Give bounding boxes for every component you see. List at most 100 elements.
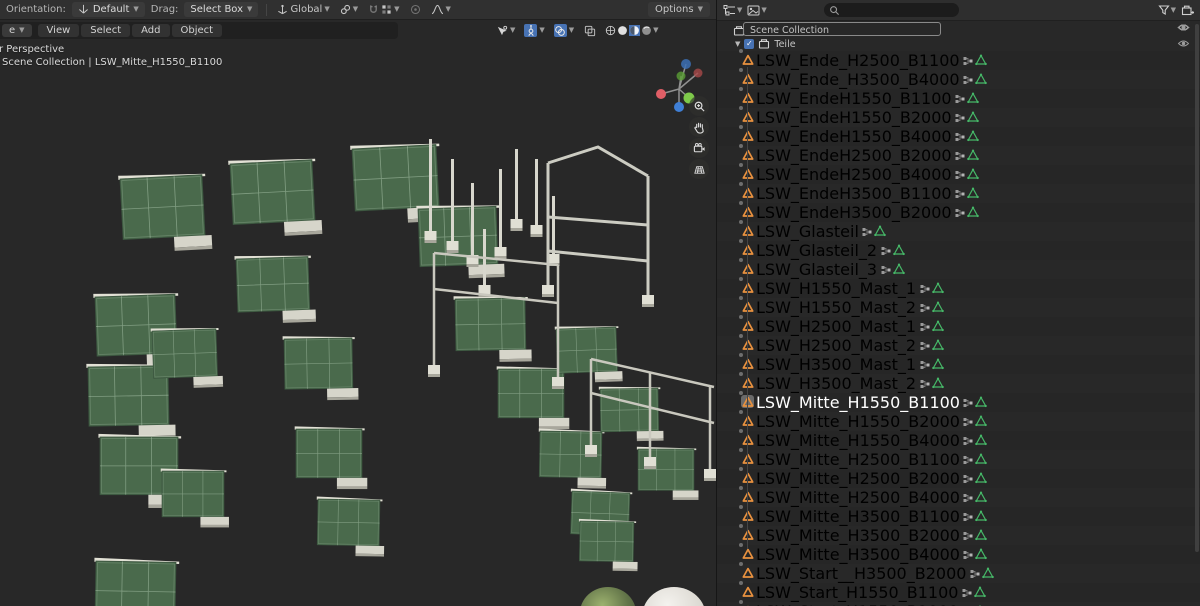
shading-solid-button[interactable] — [617, 25, 628, 36]
object-name[interactable]: LSW_EndeH3500_B2000 — [754, 203, 954, 222]
object-name[interactable]: LSW_Start_H1550_B1100 — [754, 583, 960, 602]
object-name[interactable]: LSW_Start_H1550_B2000 — [754, 602, 960, 606]
mesh-data-icon[interactable] — [931, 281, 944, 294]
outliner-row[interactable]: LSW_Glasteil_3 — [717, 260, 1200, 279]
shading-material-preview-button[interactable] — [629, 25, 641, 36]
shading-wireframe-button[interactable] — [605, 25, 616, 36]
outliner-row[interactable]: LSW_Ende_H3500_B4000 — [717, 70, 1200, 89]
xray-toggle[interactable] — [580, 22, 600, 39]
object-name[interactable]: LSW_Mitte_H2500_B4000 — [754, 488, 962, 507]
object-name[interactable]: LSW_EndeH3500_B1100 — [754, 184, 954, 203]
proportional-falloff-dropdown[interactable]: ▼ — [429, 2, 453, 17]
mesh-data-icon[interactable] — [931, 357, 944, 370]
outliner-row[interactable]: LSW_EndeH2500_B4000 — [717, 165, 1200, 184]
mesh-object-icon[interactable] — [741, 585, 754, 598]
object-name[interactable]: LSW_Mitte_H2500_B2000 — [754, 469, 962, 488]
transform-orientation-dropdown[interactable]: Global ▼ — [275, 2, 331, 17]
menu-select[interactable]: Select — [81, 24, 131, 37]
modifier-icon[interactable] — [918, 320, 931, 333]
mesh-data-icon[interactable] — [967, 186, 980, 199]
camera-view-button[interactable] — [689, 138, 709, 158]
mesh-data-icon[interactable] — [931, 300, 944, 313]
object-name[interactable]: LSW_Mitte_H2500_B1100 — [754, 450, 962, 469]
object-name[interactable]: LSW_EndeH2500_B4000 — [754, 165, 954, 184]
mesh-data-icon[interactable] — [973, 585, 986, 598]
object-name[interactable]: LSW_EndeH1550_B1100 — [754, 89, 954, 108]
mesh-data-icon[interactable] — [975, 452, 988, 465]
modifier-icon[interactable] — [962, 396, 975, 409]
outliner-row[interactable]: LSW_H1550_Mast_1 — [717, 279, 1200, 298]
zoom-button[interactable] — [689, 96, 709, 116]
mesh-data-icon[interactable] — [874, 224, 887, 237]
outliner-row[interactable]: LSW_Mitte_H1550_B2000 — [717, 412, 1200, 431]
outliner-row[interactable]: LSW_EndeH1550_B1100 — [717, 89, 1200, 108]
outliner-row[interactable]: LSW_EndeH3500_B2000 — [717, 203, 1200, 222]
snap-toggle[interactable]: ▼ — [366, 2, 401, 17]
object-name[interactable]: LSW_Mitte_H3500_B2000 — [754, 526, 962, 545]
modifier-icon[interactable] — [954, 92, 967, 105]
modifier-icon[interactable] — [968, 567, 981, 580]
object-name[interactable]: LSW_EndeH2500_B2000 — [754, 146, 954, 165]
object-name[interactable]: LSW_EndeH1550_B2000 — [754, 108, 954, 127]
modifier-icon[interactable] — [954, 111, 967, 124]
mesh-data-icon[interactable] — [975, 547, 988, 560]
pan-hand-button[interactable] — [689, 117, 709, 137]
shading-rendered-button[interactable] — [641, 25, 652, 36]
modifier-icon[interactable] — [918, 358, 931, 371]
mesh-object-icon[interactable] — [741, 566, 754, 579]
object-name[interactable]: LSW_H3500_Mast_1 — [754, 355, 918, 374]
outliner-row[interactable]: LSW_Mitte_H2500_B1100 — [717, 450, 1200, 469]
hide-eye-toggle[interactable] — [1177, 23, 1190, 32]
mesh-data-icon[interactable] — [975, 490, 988, 503]
modifier-icon[interactable] — [954, 187, 967, 200]
perspective-toggle-button[interactable] — [689, 159, 709, 179]
object-name[interactable]: LSW_Glasteil_3 — [754, 260, 879, 279]
mesh-data-icon[interactable] — [975, 53, 988, 66]
modifier-icon[interactable] — [962, 434, 975, 447]
mesh-data-icon[interactable] — [931, 376, 944, 389]
object-name[interactable]: LSW_Mitte_H1550_B4000 — [754, 431, 962, 450]
mesh-data-icon[interactable] — [892, 262, 905, 275]
modifier-icon[interactable] — [861, 225, 874, 238]
mesh-data-icon[interactable] — [967, 91, 980, 104]
outliner-search-input[interactable] — [823, 3, 959, 17]
object-name[interactable]: LSW_H3500_Mast_2 — [754, 374, 918, 393]
modifier-icon[interactable] — [962, 472, 975, 485]
modifier-icon[interactable] — [962, 73, 975, 86]
object-name[interactable]: LSW_Ende_H3500_B4000 — [754, 70, 962, 89]
object-name[interactable]: LSW_Mitte_H1550_B2000 — [754, 412, 962, 431]
object-name[interactable]: LSW_H1550_Mast_2 — [754, 298, 918, 317]
object-name[interactable]: LSW_H1550_Mast_1 — [754, 279, 918, 298]
modifier-icon[interactable] — [962, 453, 975, 466]
display-mode-dropdown[interactable]: ▼ — [747, 4, 767, 17]
outliner-row[interactable]: LSW_Mitte_H3500_B1100 — [717, 507, 1200, 526]
modifier-icon[interactable] — [954, 149, 967, 162]
proportional-editing-toggle[interactable] — [408, 2, 423, 17]
outliner-row[interactable]: LSW_EndeH3500_B1100 — [717, 184, 1200, 203]
modifier-icon[interactable] — [918, 339, 931, 352]
filter-dropdown[interactable]: ▼ — [1158, 4, 1176, 16]
mesh-data-icon[interactable] — [975, 509, 988, 522]
expand-arrow-icon[interactable]: ▼ — [735, 40, 740, 48]
modifier-icon[interactable] — [962, 54, 975, 67]
mesh-data-icon[interactable] — [967, 167, 980, 180]
outliner-row[interactable]: LSW_Mitte_H1550_B1100 — [717, 393, 1200, 412]
outliner-row[interactable]: LSW_Mitte_H2500_B4000 — [717, 488, 1200, 507]
modifier-icon[interactable] — [918, 377, 931, 390]
object-visibility-dropdown[interactable]: ▼ — [492, 22, 519, 39]
outliner-row[interactable]: LSW_EndeH2500_B2000 — [717, 146, 1200, 165]
outliner-row[interactable]: LSW_Start__H3500_B2000 — [717, 564, 1200, 583]
3d-viewport[interactable]: e ▼ View Select Add Object ▼ ▼ ▼ ▼ r Per… — [0, 21, 716, 606]
object-name[interactable]: LSW_Start__H3500_B2000 — [754, 564, 968, 583]
outliner-row[interactable]: LSW_Start_H1550_B2000 — [717, 602, 1200, 606]
outliner-row[interactable]: LSW_H2500_Mast_1 — [717, 317, 1200, 336]
mesh-data-icon[interactable] — [931, 319, 944, 332]
object-name[interactable]: LSW_Mitte_H3500_B4000 — [754, 545, 962, 564]
modifier-icon[interactable] — [962, 548, 975, 561]
hide-eye-toggle[interactable] — [1177, 39, 1190, 48]
overlays-dropdown[interactable]: ▼ — [550, 22, 578, 39]
modifier-icon[interactable] — [962, 529, 975, 542]
outliner-row[interactable]: LSW_H1550_Mast_2 — [717, 298, 1200, 317]
outliner-row[interactable]: LSW_Start_H1550_B1100 — [717, 583, 1200, 602]
mesh-data-icon[interactable] — [931, 338, 944, 351]
